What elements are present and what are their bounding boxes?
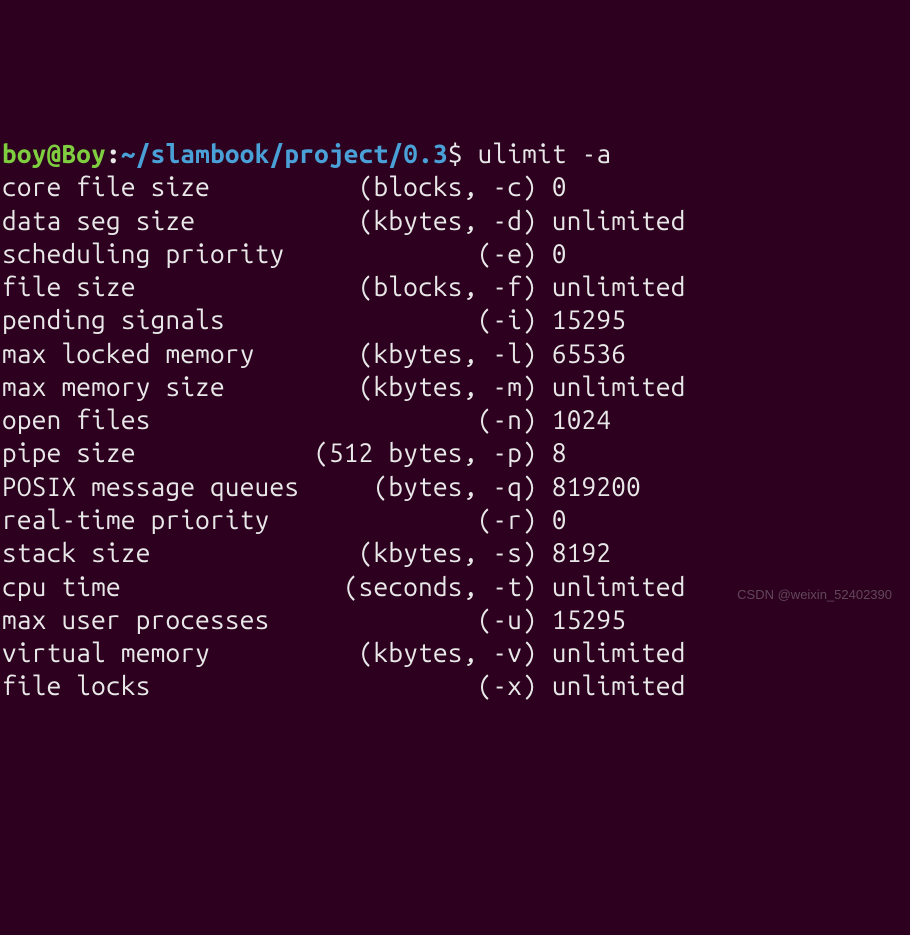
- limit-spec: (512 bytes, -p): [314, 438, 552, 467]
- limit-name: max user processes: [2, 605, 359, 634]
- limit-name: pending signals: [2, 305, 359, 334]
- ulimit-row: max locked memory (kbytes, -l) 65536: [2, 337, 908, 370]
- limit-value: unlimited: [552, 206, 686, 235]
- limit-name: max memory size: [2, 372, 359, 401]
- limit-name: cpu time: [2, 572, 344, 601]
- ulimit-row: core file size (blocks, -c) 0: [2, 170, 908, 203]
- limit-value: 0: [552, 505, 567, 534]
- ulimit-row: stack size (kbytes, -s) 8192: [2, 536, 908, 569]
- limit-value: unlimited: [552, 638, 686, 667]
- limit-value: 0: [552, 172, 567, 201]
- ulimit-row: data seg size (kbytes, -d) unlimited: [2, 204, 908, 237]
- limit-value: unlimited: [552, 272, 686, 301]
- ulimit-row: max user processes (-u) 15295: [2, 603, 908, 636]
- ulimit-row: pending signals (-i) 15295: [2, 303, 908, 336]
- ulimit-row: pipe size (512 bytes, -p) 8: [2, 436, 908, 469]
- limit-value: unlimited: [552, 372, 686, 401]
- limit-name: file locks: [2, 671, 359, 700]
- limit-value: 1024: [552, 405, 611, 434]
- watermark: CSDN @weixin_52402390: [737, 587, 892, 604]
- limit-value: 8: [552, 438, 567, 467]
- limit-spec: (-u): [359, 605, 552, 634]
- terminal-output: boy@Boy:~/slambook/project/0.3$ ulimit -…: [2, 137, 908, 703]
- limit-value: 819200: [552, 472, 641, 501]
- limit-value: 15295: [552, 305, 626, 334]
- limit-spec: (kbytes, -l): [359, 339, 552, 368]
- limit-value: unlimited: [552, 671, 686, 700]
- limit-spec: (kbytes, -v): [359, 638, 552, 667]
- command-text: ulimit -a: [478, 139, 612, 168]
- limit-name: scheduling priority: [2, 239, 359, 268]
- prompt-path: ~/slambook/project/0.3: [121, 139, 448, 168]
- limit-value: 0: [552, 239, 567, 268]
- limit-spec: (kbytes, -s): [359, 538, 552, 567]
- limit-value: unlimited: [552, 572, 686, 601]
- limit-name: max locked memory: [2, 339, 359, 368]
- limit-value: 8192: [552, 538, 611, 567]
- limit-spec: (seconds, -t): [344, 572, 552, 601]
- limit-name: virtual memory: [2, 638, 359, 667]
- ulimit-row: max memory size (kbytes, -m) unlimited: [2, 370, 908, 403]
- ulimit-row: file size (blocks, -f) unlimited: [2, 270, 908, 303]
- ulimit-row: POSIX message queues (bytes, -q) 819200: [2, 470, 908, 503]
- limit-spec: (-n): [359, 405, 552, 434]
- limit-name: POSIX message queues: [2, 472, 374, 501]
- prompt-user: boy@Boy: [2, 139, 106, 168]
- limit-name: file size: [2, 272, 359, 301]
- limit-name: pipe size: [2, 438, 314, 467]
- limit-spec: (blocks, -c): [359, 172, 552, 201]
- limit-name: open files: [2, 405, 359, 434]
- prompt-colon: :: [106, 139, 121, 168]
- limit-spec: (bytes, -q): [374, 472, 552, 501]
- limit-name: stack size: [2, 538, 359, 567]
- limit-spec: (kbytes, -m): [359, 372, 552, 401]
- limit-name: core file size: [2, 172, 359, 201]
- limit-spec: (-e): [359, 239, 552, 268]
- ulimit-row: open files (-n) 1024: [2, 403, 908, 436]
- limit-value: 65536: [552, 339, 626, 368]
- limit-spec: (-i): [359, 305, 552, 334]
- limit-name: real-time priority: [2, 505, 359, 534]
- ulimit-row: virtual memory (kbytes, -v) unlimited: [2, 636, 908, 669]
- prompt-line[interactable]: boy@Boy:~/slambook/project/0.3$ ulimit -…: [2, 137, 908, 170]
- ulimit-row: scheduling priority (-e) 0: [2, 237, 908, 270]
- limit-spec: (-x): [359, 671, 552, 700]
- limit-spec: (-r): [359, 505, 552, 534]
- ulimit-row: file locks (-x) unlimited: [2, 669, 908, 702]
- limit-spec: (kbytes, -d): [359, 206, 552, 235]
- limit-spec: (blocks, -f): [359, 272, 552, 301]
- limit-name: data seg size: [2, 206, 359, 235]
- limit-value: 15295: [552, 605, 626, 634]
- prompt-dollar: $: [448, 139, 478, 168]
- ulimit-row: real-time priority (-r) 0: [2, 503, 908, 536]
